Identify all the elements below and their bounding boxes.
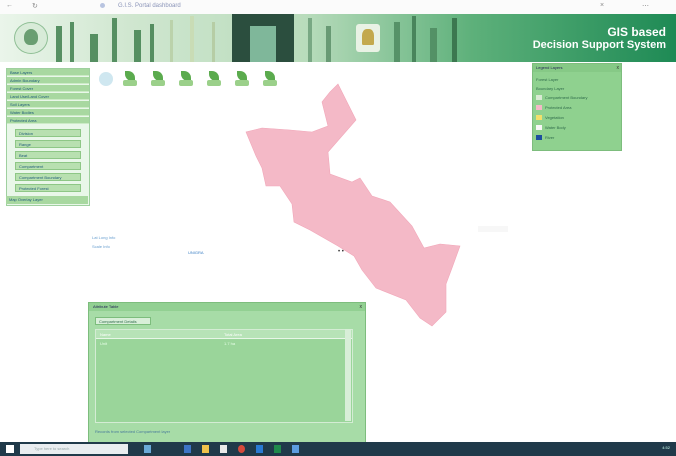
browser-bar: ← ↻ G.I.S. Portal dashboard × ⋯ <box>0 0 676 15</box>
legend-row-forest[interactable]: Forest Layer <box>536 76 558 83</box>
attribute-footer: Records from selected Compartment layer <box>95 429 171 434</box>
state-emblem-logo <box>356 24 380 52</box>
sidebar-item-protected-area[interactable]: Protected Area <box>7 117 89 124</box>
start-icon[interactable] <box>6 445 14 453</box>
legend-swatch-compartment <box>536 95 542 100</box>
map-cursor-marker: • • <box>338 249 344 255</box>
sidebar-item-water[interactable]: Water Bodies <box>7 109 89 116</box>
legend-row-river[interactable]: River <box>545 134 554 141</box>
map-info-links: Lat Long Info Scale Info <box>92 233 115 251</box>
task-view-icon[interactable] <box>144 445 151 453</box>
word-icon[interactable] <box>256 445 263 453</box>
sidebar-item-admin-boundary[interactable]: Admin Boundary <box>7 77 89 84</box>
attribute-cell-name[interactable]: Unit <box>100 341 107 346</box>
browser-tab-title[interactable]: G.I.S. Portal dashboard <box>118 3 181 9</box>
attribute-col-name[interactable]: Name <box>100 332 111 337</box>
banner-title-line1: GIS based <box>607 25 666 39</box>
chrome-icon[interactable] <box>238 445 245 453</box>
attribute-col-area[interactable]: Total Area <box>224 332 242 337</box>
map-scale-label: UNIGRA <box>188 250 204 255</box>
gate-image <box>232 14 294 62</box>
forest-image-right <box>300 14 350 62</box>
sidebar-subitem-division[interactable]: Division <box>15 129 81 137</box>
banner-title-line2: Decision Support System <box>532 39 666 51</box>
store-icon[interactable] <box>220 445 227 453</box>
attribute-scrollbar[interactable] <box>345 329 351 421</box>
forest-image-far <box>390 14 500 62</box>
back-icon[interactable]: ← <box>6 2 13 9</box>
attribute-panel: Attribute Table x Compartment Details Na… <box>88 302 366 444</box>
legend-panel: Legend Layers x Forest Layer Boundary La… <box>532 63 622 151</box>
attribute-tab[interactable]: Compartment Details <box>95 317 151 325</box>
sidebar-item-forest-cover[interactable]: Forest Cover <box>7 85 89 92</box>
menu-icon[interactable]: ⋯ <box>642 2 649 10</box>
legend-row-water[interactable]: Water Body <box>545 124 566 131</box>
sidebar-item-base-layers[interactable]: Base Layers <box>7 69 89 76</box>
legend-title: Legend Layers <box>533 64 621 72</box>
legend-row-compartment[interactable]: Compartment Boundary <box>545 94 587 101</box>
taskbar: Type here to search 4:52 <box>0 442 676 456</box>
sidebar-subitem-compartment-boundary[interactable]: Compartment Boundary <box>15 173 81 181</box>
sidebar-subitem-beat[interactable]: Beat <box>15 151 81 159</box>
file-explorer-icon[interactable] <box>202 445 209 453</box>
header-banner: GIS based Decision Support System <box>0 14 676 62</box>
legend-row-boundary[interactable]: Boundary Layer <box>536 85 564 92</box>
tab-favicon-icon <box>100 3 105 8</box>
attribute-table: Name Total Area Unit 1.7 ha <box>95 329 353 423</box>
legend-swatch-protected <box>536 105 542 110</box>
taskbar-clock[interactable]: 4:52 <box>662 445 670 450</box>
sidebar-item-soil[interactable]: Soil Layers <box>7 101 89 108</box>
mail-icon[interactable] <box>292 445 299 453</box>
legend-swatch-river <box>536 135 542 140</box>
legend-row-vegetation[interactable]: Vegetation <box>545 114 564 121</box>
legend-row-protected[interactable]: Protected Area <box>545 104 571 111</box>
attribute-close-icon[interactable]: x <box>360 303 363 311</box>
sidebar-subitem-range[interactable]: Range <box>15 140 81 148</box>
legend-swatch-water <box>536 125 542 130</box>
taskbar-search-input[interactable]: Type here to search <box>20 444 128 454</box>
compartment-polygon[interactable] <box>245 83 461 327</box>
refresh-icon[interactable]: ↻ <box>32 2 38 10</box>
attribute-cell-area[interactable]: 1.7 ha <box>224 341 235 346</box>
sidebar-footer-item[interactable]: Map Overlay Layer <box>6 196 88 204</box>
attribute-panel-title: Attribute Table <box>89 303 365 311</box>
banner-title: GIS based Decision Support System <box>533 26 666 52</box>
sidebar-subitem-protected-forest[interactable]: Protected Forest <box>15 184 81 192</box>
forest-image-mid <box>160 14 230 62</box>
sidebar-item-lulc[interactable]: Land Use/Land Cover <box>7 93 89 100</box>
legend-swatch-vegetation <box>536 115 542 120</box>
map-scale-link[interactable]: Scale Info <box>92 242 115 251</box>
layer-sidebar: Base Layers Admin Boundary Forest Cover … <box>6 68 90 206</box>
sidebar-subitem-compartment[interactable]: Compartment <box>15 162 81 170</box>
map-latlong-link[interactable]: Lat Long Info <box>92 233 115 242</box>
legend-close-icon[interactable]: x <box>617 64 620 72</box>
tab-close-icon[interactable]: × <box>600 2 604 9</box>
forest-dept-logo[interactable] <box>14 22 48 54</box>
edge-icon[interactable] <box>184 445 191 453</box>
excel-icon[interactable] <box>274 445 281 453</box>
forest-image-left <box>50 14 160 62</box>
